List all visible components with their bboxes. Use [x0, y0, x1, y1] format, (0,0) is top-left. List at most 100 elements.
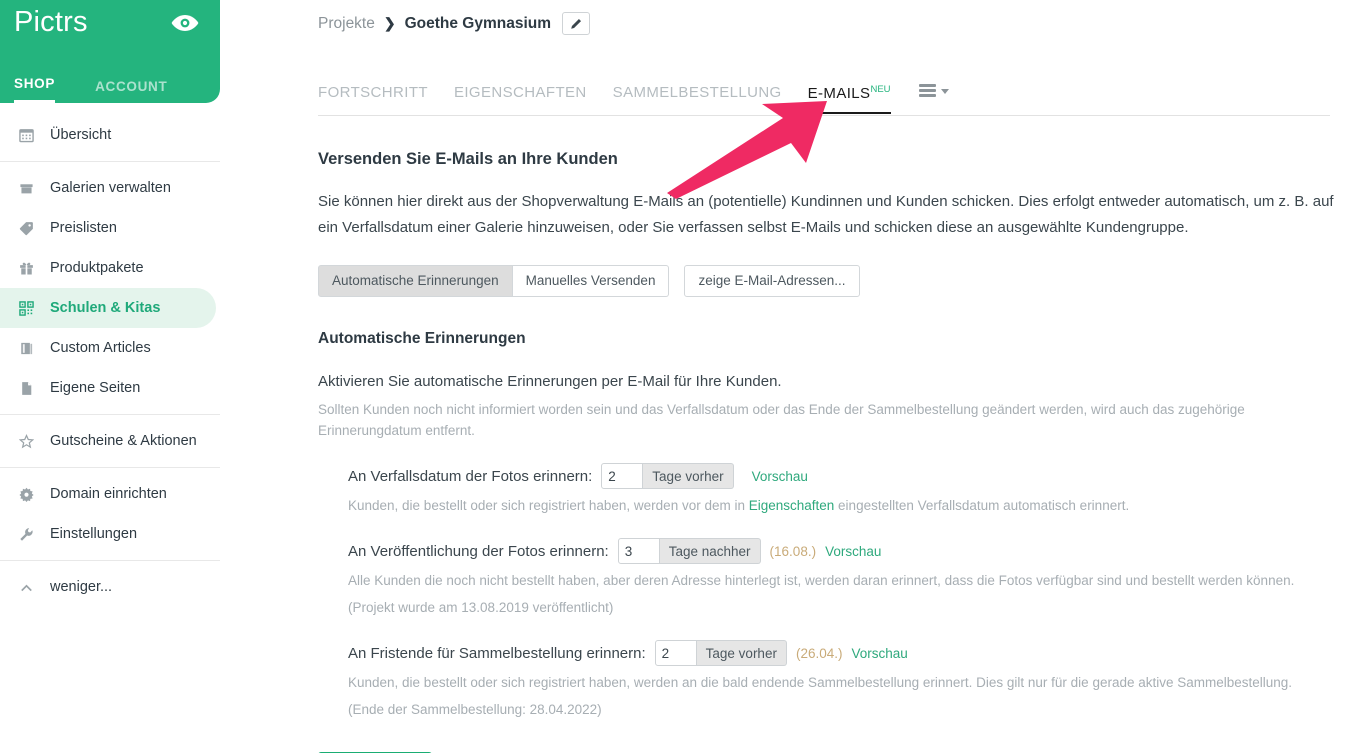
reminder-preview-link[interactable]: Vorschau	[825, 544, 881, 559]
reminder-preview-link[interactable]: Vorschau	[752, 469, 808, 484]
gear-burst-icon	[14, 485, 38, 503]
reminder-row-verfallsdatum: An Verfallsdatum der Fotos erinnern: Tag…	[348, 463, 1337, 516]
tab-label: E-MAILS	[807, 85, 871, 102]
nav-group-shop: Galerien verwalten Preislisten Produktpa…	[0, 162, 220, 414]
nav-group-overview: Übersicht	[0, 109, 220, 161]
tab-overflow-menu[interactable]	[918, 84, 949, 109]
email-mode-button-group: Automatische Erinnerungen Manuelles Vers…	[318, 265, 1337, 297]
breadcrumb-current: Goethe Gymnasium	[404, 14, 552, 32]
reminder-input-group: Tage vorher	[601, 463, 734, 489]
tab-eigenschaften[interactable]: EIGENSCHAFTEN	[454, 84, 587, 111]
sidebar-item-einstellungen[interactable]: Einstellungen	[0, 514, 216, 554]
sidebar-item-preislisten[interactable]: Preislisten	[0, 208, 216, 248]
mode-button-manuelles-versenden[interactable]: Manuelles Versenden	[512, 265, 670, 297]
sidebar-item-label: Übersicht	[50, 127, 112, 143]
app-root: Pictrs SHOP ACCOUNT Übersicht Galerien v…	[0, 0, 1347, 753]
eye-icon[interactable]	[170, 12, 200, 34]
reminder-label: An Fristende für Sammelbestellung erinne…	[348, 644, 646, 662]
reminder-date-hint: (26.04.)	[795, 645, 843, 661]
archive-box-icon	[14, 179, 38, 197]
calendar-icon	[14, 126, 38, 144]
reminder-description: Kunden, die bestellt oder sich registrie…	[348, 675, 1293, 690]
mode-button-automatische-erinnerungen[interactable]: Automatische Erinnerungen	[318, 265, 513, 297]
chevron-up-icon	[14, 578, 38, 596]
sidebar-item-custom-articles[interactable]: Custom Articles	[0, 328, 216, 368]
sidebar-item-label: Galerien verwalten	[50, 180, 171, 196]
nav-group-promotions: Gutscheine & Aktionen	[0, 415, 220, 467]
sidebar-item-label: Produktpakete	[50, 260, 144, 276]
reminder-list: An Verfallsdatum der Fotos erinnern: Tag…	[318, 463, 1337, 720]
books-icon	[14, 339, 38, 357]
brand-title: Pictrs	[14, 6, 88, 38]
tab-label: FORTSCHRITT	[318, 84, 428, 101]
qr-code-icon	[14, 299, 38, 317]
brand-tab-bar: SHOP ACCOUNT	[0, 69, 220, 103]
sidebar-item-label: Domain einrichten	[50, 486, 167, 502]
reminder-days-input[interactable]	[654, 640, 697, 666]
reminder-desc-link[interactable]: Eigenschaften	[749, 498, 835, 513]
show-email-addresses-button[interactable]: zeige E-Mail-Adressen...	[684, 265, 860, 297]
section-subtitle: Automatische Erinnerungen	[318, 330, 526, 347]
brand-tab-account[interactable]: ACCOUNT	[95, 79, 167, 103]
pencil-icon[interactable]	[562, 12, 591, 35]
sidebar-item-weniger[interactable]: weniger...	[0, 567, 216, 607]
reminder-description: Kunden, die bestellt oder sich registrie…	[348, 495, 1337, 516]
reminder-input-group: Tage nachher	[617, 538, 761, 564]
wrench-icon	[14, 525, 38, 543]
sidebar-item-schulen-kitas[interactable]: Schulen & Kitas	[0, 288, 216, 328]
page-icon	[14, 379, 38, 397]
sidebar-item-domain-einrichten[interactable]: Domain einrichten	[0, 474, 216, 514]
chevron-down-icon	[940, 89, 949, 94]
tab-sammelbestellung[interactable]: SAMMELBESTELLUNG	[613, 84, 782, 111]
sidebar-item-eigene-seiten[interactable]: Eigene Seiten	[0, 368, 216, 408]
reminder-description-extra: (Projekt wurde am 13.08.2019 veröffentli…	[348, 600, 614, 615]
sidebar-item-label: Custom Articles	[50, 340, 151, 356]
page-title: Versenden Sie E-Mails an Ihre Kunden	[318, 150, 618, 168]
tab-label: EIGENSCHAFTEN	[453, 84, 587, 101]
reminder-description-extra: (Ende der Sammelbestellung: 28.04.2022)	[348, 702, 602, 717]
star-icon	[14, 432, 38, 450]
breadcrumb: Projekte ❯ Goethe Gymnasium	[318, 12, 591, 35]
content-area: Versenden Sie E-Mails an Ihre Kunden Sie…	[318, 150, 1337, 753]
sidebar-item-label: Preislisten	[50, 220, 117, 236]
reminder-preview-link[interactable]: Vorschau	[851, 646, 907, 661]
sidebar-item-label: Eigene Seiten	[50, 380, 141, 396]
tab-emails[interactable]: E-MAILSNEU	[807, 84, 891, 114]
brand-tab-shop[interactable]: SHOP	[14, 76, 56, 103]
sidebar-item-galerien-verwalten[interactable]: Galerien verwalten	[0, 168, 216, 208]
reminder-desc-after: eingestellten Verfallsdatum automatisch …	[834, 498, 1130, 513]
reminder-row-veroeffentlichung: An Veröffentlichung der Fotos erinnern: …	[348, 538, 1337, 618]
tab-fortschritt[interactable]: FORTSCHRITT	[318, 84, 428, 111]
breadcrumb-root-link[interactable]: Projekte	[318, 15, 375, 33]
reminder-unit-addon: Tage vorher	[643, 463, 734, 489]
reminder-description: Alle Kunden die noch nicht bestellt habe…	[348, 573, 1295, 588]
reminder-days-input[interactable]	[617, 538, 660, 564]
tab-label: SAMMELBESTELLUNG	[612, 84, 782, 101]
reminder-days-input[interactable]	[601, 463, 644, 489]
sidebar-item-uebersicht[interactable]: Übersicht	[0, 115, 216, 155]
sidebar-item-label: Einstellungen	[50, 526, 138, 542]
reminder-input-group: Tage vorher	[654, 640, 787, 666]
reminder-unit-addon: Tage nachher	[659, 538, 761, 564]
reminder-desc-before: Kunden, die bestellt oder sich registrie…	[348, 498, 749, 513]
sidebar: Pictrs SHOP ACCOUNT Übersicht Galerien v…	[0, 0, 220, 753]
section-note: Sollten Kunden noch nicht informiert wor…	[318, 402, 1245, 438]
section-intro: Aktivieren Sie automatische Erinnerungen…	[318, 373, 782, 390]
reminder-unit-addon: Tage vorher	[696, 640, 787, 666]
reminder-label: An Verfallsdatum der Fotos erinnern:	[348, 467, 593, 485]
reminder-date-hint: (16.08.)	[769, 543, 817, 559]
chevron-right-icon: ❯	[383, 15, 396, 31]
tab-bar: FORTSCHRITT EIGENSCHAFTEN SAMMELBESTELLU…	[318, 84, 1330, 116]
gift-icon	[14, 259, 38, 277]
sidebar-item-gutscheine-aktionen[interactable]: Gutscheine & Aktionen	[0, 421, 216, 461]
nav-group-settings: Domain einrichten Einstellungen	[0, 468, 220, 560]
brand-header: Pictrs SHOP ACCOUNT	[0, 0, 220, 103]
sidebar-item-label: Gutscheine & Aktionen	[50, 433, 197, 449]
sidebar-item-produktpakete[interactable]: Produktpakete	[0, 248, 216, 288]
main-panel: Projekte ❯ Goethe Gymnasium FORTSCHRITT …	[220, 0, 1347, 753]
sidebar-item-label: weniger...	[50, 579, 113, 595]
nav-group-collapse: weniger...	[0, 561, 220, 613]
sidebar-item-label: Schulen & Kitas	[50, 300, 161, 316]
intro-paragraph: Sie können hier direkt aus der Shopverwa…	[318, 193, 1334, 236]
reminder-label: An Veröffentlichung der Fotos erinnern:	[348, 542, 609, 560]
